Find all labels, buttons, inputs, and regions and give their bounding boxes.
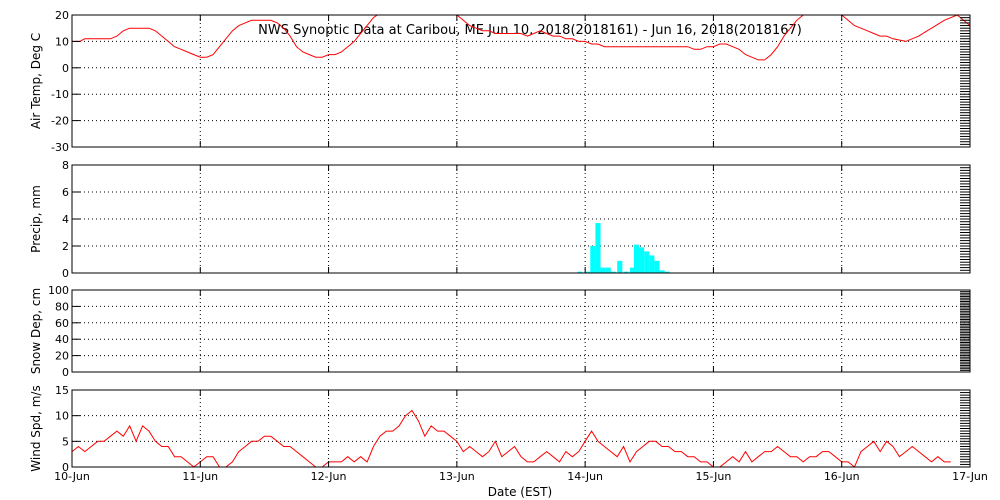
precip-bar xyxy=(600,267,606,273)
precip-bar xyxy=(644,251,650,273)
panel-frame xyxy=(71,289,971,373)
y-tick-label: 40 xyxy=(55,333,69,346)
y-tick-label: 5 xyxy=(62,435,69,448)
y-tick-label: 2 xyxy=(62,240,69,253)
y-tick-label: 60 xyxy=(55,317,69,330)
y-tick-label: -30 xyxy=(51,141,69,154)
y-axis-label: Air Temp, Deg C xyxy=(29,33,43,129)
precip-bar xyxy=(595,223,601,273)
x-tick-label: 10-Jun xyxy=(54,470,90,483)
x-tick-label: 11-Jun xyxy=(182,470,218,483)
y-tick-label: 100 xyxy=(48,284,69,297)
y-axis-label: Snow Dep, cm xyxy=(29,288,43,374)
panel-1: 0 2 4 6 8 Precip, mm xyxy=(29,159,971,280)
precip-bar xyxy=(639,247,645,273)
precip-bar xyxy=(617,260,623,273)
y-tick-label: 0 xyxy=(62,267,69,280)
x-tick-label: 12-Jun xyxy=(311,470,347,483)
y-tick-label: 0 xyxy=(62,366,69,379)
precip-bar xyxy=(605,267,611,273)
precip-bar xyxy=(649,255,655,273)
panel-2: 0 20 40 60 80 100 Snow Dep, cm xyxy=(29,284,971,379)
y-tick-label: 80 xyxy=(55,300,69,313)
x-tick-label: 14-Jun xyxy=(567,470,603,483)
chart-panels: -30 -20 -10 0 10 20 Air Temp, Deg C 0 2 4 6 8 Precip… xyxy=(29,9,988,483)
y-tick-label: 6 xyxy=(62,186,69,199)
x-tick-label: 16-Jun xyxy=(824,470,860,483)
y-tick-label: -20 xyxy=(51,115,69,128)
y-tick-label: 20 xyxy=(55,350,69,363)
panel-3: 051015Wind Spd, m/s xyxy=(29,384,971,474)
chart-title: NWS Synoptic Data at Caribou, ME Jun 10,… xyxy=(258,23,802,38)
y-tick-label: 4 xyxy=(62,213,69,226)
precip-bar xyxy=(590,246,596,273)
y-axis-label: Wind Spd, m/s xyxy=(29,385,43,471)
y-tick-label: 10 xyxy=(55,410,69,423)
precip-bar xyxy=(654,260,660,273)
y-tick-label: 20 xyxy=(55,9,69,22)
x-tick-label: 15-Jun xyxy=(696,470,732,483)
y-tick-label: -10 xyxy=(51,88,69,101)
y-tick-label: 8 xyxy=(62,159,69,172)
x-tick-label: 17-Jun xyxy=(952,470,988,483)
data-line-segment xyxy=(72,409,951,467)
precip-bar xyxy=(633,244,640,273)
y-tick-label: 0 xyxy=(62,62,69,75)
x-axis-label: Date (EST) xyxy=(488,485,552,499)
panel-frame xyxy=(71,389,971,468)
x-tick-label: 13-Jun xyxy=(439,470,475,483)
synoptic-chart: NWS Synoptic Data at Caribou, ME Jun 10,… xyxy=(29,9,988,499)
y-axis-label: Precip, mm xyxy=(29,185,43,253)
y-tick-label: 15 xyxy=(55,384,69,397)
y-tick-label: 10 xyxy=(55,35,69,48)
